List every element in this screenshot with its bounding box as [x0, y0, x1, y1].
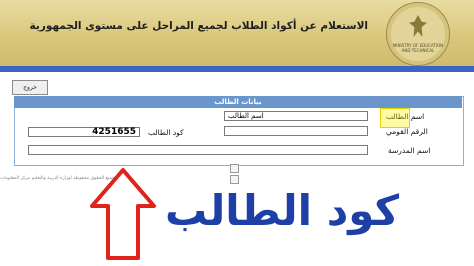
- header-divider: [0, 66, 474, 72]
- ministry-logo: MINISTRY OF EDUCATION AND TECHNICAL: [386, 2, 450, 66]
- student-code-label: كود الطالب: [148, 128, 184, 137]
- school-name-label: اسم المدرسة: [388, 146, 431, 155]
- broken-image-icon: [230, 175, 239, 184]
- overlay-caption: كود الطالب: [165, 186, 400, 235]
- logo-ring-text: MINISTRY OF EDUCATION AND TECHNICAL: [392, 43, 444, 53]
- banner-title: الاستعلام عن أكواد الطلاب لجميع المراحل …: [29, 20, 369, 32]
- national-id-label: الرقم القومي: [386, 127, 428, 136]
- student-name-field: اسم الطالب: [224, 111, 368, 121]
- up-arrow-icon: [90, 168, 156, 260]
- student-code-field: 4251655: [28, 127, 140, 137]
- eagle-emblem-icon: [409, 15, 427, 37]
- logout-button[interactable]: خروج: [12, 80, 48, 95]
- broken-image-icon: [230, 164, 239, 173]
- national-id-input[interactable]: [224, 126, 368, 136]
- site-banner: الاستعلام عن أكواد الطلاب لجميع المراحل …: [0, 0, 474, 66]
- school-name-field: [28, 145, 368, 155]
- panel-title: بيانات الطالب: [14, 96, 462, 108]
- label-highlight: [380, 108, 410, 128]
